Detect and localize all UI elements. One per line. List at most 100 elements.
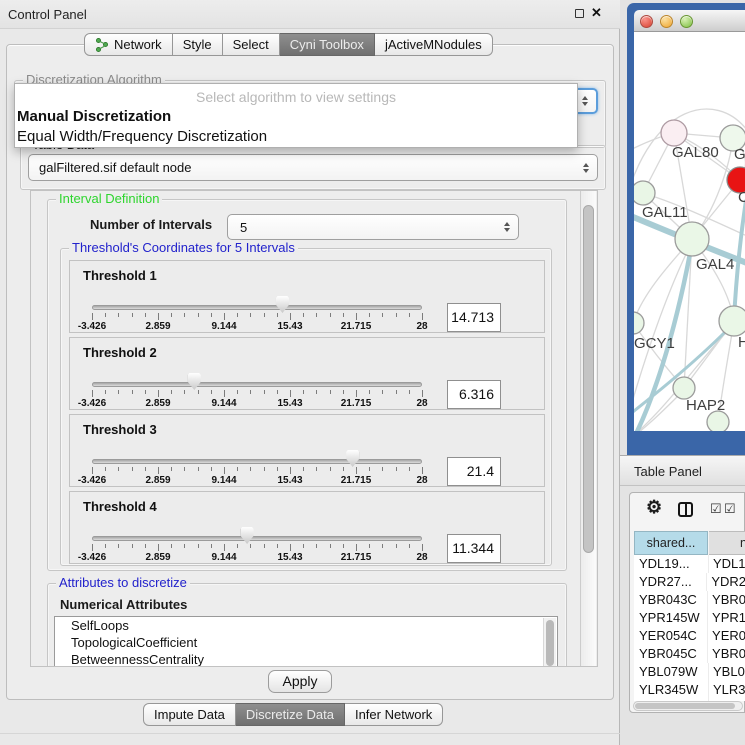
zoom-traffic-light-icon[interactable]: [680, 15, 693, 28]
table-row[interactable]: YPR145WYPR1: [634, 609, 745, 627]
tab-cyni-toolbox[interactable]: Cyni Toolbox: [280, 33, 375, 56]
table-cell[interactable]: YBR0: [708, 591, 745, 609]
tick-mark: [356, 313, 357, 320]
table-cell[interactable]: YER054C: [634, 627, 708, 645]
table-cell[interactable]: YDL19...: [634, 555, 709, 573]
network-node-hap2-node[interactable]: [673, 377, 695, 399]
table-data-combo[interactable]: galFiltered.sif default node: [28, 154, 598, 181]
network-node-gal11-node[interactable]: [634, 181, 655, 205]
list-item[interactable]: TopologicalCoefficient: [55, 634, 557, 651]
tab-discretize-data[interactable]: Discretize Data: [236, 703, 345, 726]
numerical-attributes-label: Numerical Attributes: [60, 597, 187, 612]
table-cell[interactable]: YLR3: [709, 681, 745, 699]
gear-icon[interactable]: ⚙: [646, 497, 662, 518]
table-row[interactable]: YBR045CYBR0: [634, 645, 745, 663]
combo-stepper-icon[interactable]: [504, 222, 510, 232]
checkbox-icon[interactable]: ☑: [724, 501, 736, 517]
table-cell[interactable]: YER0: [708, 627, 745, 645]
table-cell[interactable]: YDR2: [707, 573, 745, 591]
tick-mark: [277, 390, 278, 394]
combo-stepper-icon[interactable]: [582, 96, 588, 106]
tick-mark: [92, 313, 93, 320]
network-node-gcy1-node[interactable]: [634, 312, 644, 334]
close-icon[interactable]: ✕: [591, 5, 602, 21]
tab-infer-network[interactable]: Infer Network: [345, 703, 443, 726]
tick-mark: [237, 390, 238, 394]
table-horizontal-scrollbar[interactable]: [633, 701, 743, 711]
tick-label: 15.43: [277, 321, 302, 332]
network-node-gal4-node[interactable]: [675, 222, 709, 256]
threshold-label: Threshold 1: [83, 268, 157, 283]
table-row[interactable]: YDL19...YDL1: [634, 555, 745, 573]
threshold-value-field[interactable]: 14.713: [447, 303, 501, 332]
scrollbar-thumb[interactable]: [546, 620, 554, 666]
tick-mark: [198, 544, 199, 548]
slider-track[interactable]: [92, 459, 422, 464]
threshold-value-field[interactable]: 11.344: [447, 534, 501, 563]
tab-jactivemnodules[interactable]: jActiveMNodules: [375, 33, 493, 56]
slider-thumb[interactable]: [188, 373, 201, 390]
dropdown-option-equal-width-frequency[interactable]: Equal Width/Frequency Discretization: [15, 127, 577, 147]
apply-button[interactable]: Apply: [268, 670, 332, 693]
network-node-right-mid-node[interactable]: [719, 306, 745, 336]
slider-thumb[interactable]: [276, 296, 289, 313]
tick-mark: [330, 467, 331, 471]
network-icon: [95, 38, 109, 52]
table-row[interactable]: YBR043CYBR0: [634, 591, 745, 609]
table-row[interactable]: YBL079WYBL0: [634, 663, 745, 681]
table-row[interactable]: YDR27...YDR2: [634, 573, 745, 591]
network-window-titlebar: [634, 10, 745, 32]
list-item[interactable]: SelfLoops: [55, 617, 557, 634]
table-cell[interactable]: YPR1: [708, 609, 745, 627]
table-cell[interactable]: YPR145W: [634, 609, 708, 627]
float-icon[interactable]: [575, 9, 584, 18]
slider-thumb[interactable]: [241, 527, 254, 544]
tab-network[interactable]: Network: [84, 33, 173, 56]
interval-definition-group: Interval Definition Number of Intervals …: [47, 199, 567, 571]
table-cell[interactable]: YBR0: [708, 645, 745, 663]
table-cell[interactable]: YDL1: [709, 555, 745, 573]
close-traffic-light-icon[interactable]: [640, 15, 653, 28]
control-panel-window: Control Panel ✕ NetworkStyleSelect Cyni T…: [0, 0, 620, 745]
network-node-pink-node[interactable]: [661, 120, 687, 146]
table-cell[interactable]: YBR045C: [634, 645, 708, 663]
network-node-bottom-node[interactable]: [707, 411, 729, 431]
table-cell[interactable]: YBL079W: [634, 663, 709, 681]
list-scrollbar[interactable]: [543, 618, 556, 667]
table-cell[interactable]: YBL0: [709, 663, 745, 681]
settings-scrollbar[interactable]: [580, 191, 596, 666]
column-header-shared-name[interactable]: shared...: [634, 531, 708, 555]
column-header-name[interactable]: n: [709, 531, 745, 555]
tab-impute-data[interactable]: Impute Data: [143, 703, 236, 726]
table-cell[interactable]: YDR27...: [634, 573, 707, 591]
slider-thumb[interactable]: [346, 450, 359, 467]
slider-track[interactable]: [92, 382, 422, 387]
columns-icon[interactable]: [678, 502, 693, 517]
tick-mark: [422, 390, 423, 397]
scrollbar-thumb[interactable]: [635, 703, 735, 709]
table-row[interactable]: YER054CYER0: [634, 627, 745, 645]
threshold-value-field[interactable]: 6.316: [447, 380, 501, 409]
table-cell[interactable]: YBR043C: [634, 591, 708, 609]
tab-style[interactable]: Style: [173, 33, 223, 56]
slider-track[interactable]: [92, 305, 422, 310]
tab-select[interactable]: Select: [223, 33, 280, 56]
slider-track[interactable]: [92, 536, 422, 541]
minimize-traffic-light-icon[interactable]: [660, 15, 673, 28]
dropdown-option-manual-discretization[interactable]: Manual Discretization: [15, 107, 577, 127]
table-cell[interactable]: YLR345W: [634, 681, 709, 699]
list-item[interactable]: BetweennessCentrality: [55, 651, 557, 667]
tick-mark: [145, 467, 146, 471]
tick-label: 2.859: [145, 321, 170, 332]
tick-mark: [396, 467, 397, 471]
number-of-intervals-combo[interactable]: 5: [227, 214, 519, 240]
network-canvas[interactable]: GAL80GCGAL11GAL4GCY1HHAP2: [634, 32, 745, 431]
threshold-value-field[interactable]: 21.4: [447, 457, 501, 486]
table-row[interactable]: YLR345WYLR3: [634, 681, 745, 699]
checkbox-icon[interactable]: ☑: [710, 501, 722, 517]
scrollbar-thumb[interactable]: [583, 205, 594, 553]
tab-label: Cyni Toolbox: [290, 37, 364, 52]
tick-mark: [171, 313, 172, 317]
window-title: Control Panel: [8, 7, 87, 22]
combo-stepper-icon[interactable]: [583, 163, 589, 173]
